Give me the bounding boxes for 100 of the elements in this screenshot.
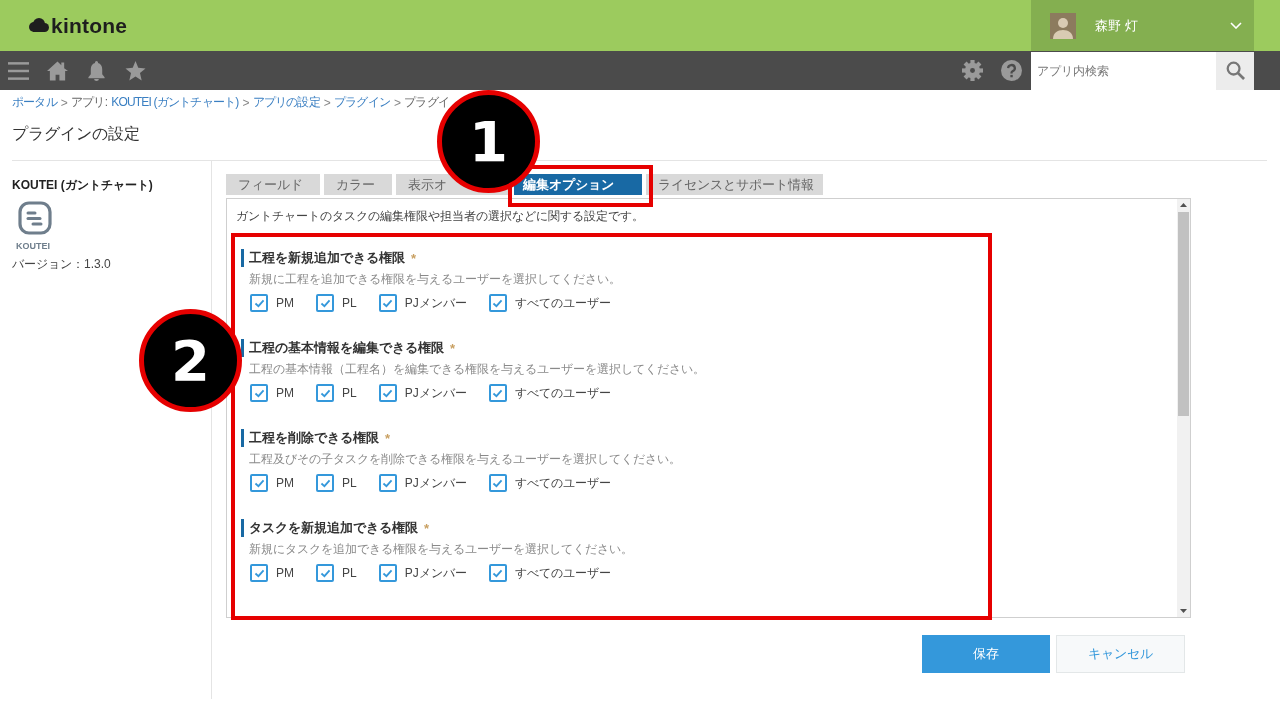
- required-mark: *: [450, 340, 456, 356]
- home-icon[interactable]: [47, 60, 68, 81]
- checkmark-icon: [319, 568, 331, 578]
- checkbox[interactable]: [250, 564, 268, 582]
- checkmark-icon: [382, 388, 394, 398]
- checkbox[interactable]: [316, 474, 334, 492]
- checkbox[interactable]: [316, 384, 334, 402]
- section-hint: 新規にタスクを追加できる権限を与えるユーザーを選択してください。: [249, 542, 634, 556]
- section-title: タスクを新規追加できる権限: [249, 519, 418, 537]
- checkbox[interactable]: [488, 384, 507, 402]
- breadcrumb-separator: >: [60, 95, 68, 110]
- section-title: 工程を新規追加できる権限: [249, 249, 405, 267]
- checkmark-icon: [492, 388, 504, 398]
- checkbox[interactable]: [378, 384, 397, 402]
- breadcrumb-link[interactable]: プラグイン: [334, 94, 391, 111]
- accent-bar-icon: [241, 249, 244, 267]
- avatar-icon: [1050, 12, 1076, 39]
- section-title: 工程の基本情報を編集できる権限: [249, 339, 444, 357]
- checkbox[interactable]: [378, 474, 397, 492]
- breadcrumb-link[interactable]: アプリの設定: [252, 94, 320, 111]
- checkbox-label[interactable]: PL: [342, 476, 357, 490]
- scroll-up-icon[interactable]: [1180, 203, 1187, 207]
- panel-description: ガントチャートのタスクの編集権限や担当者の選択などに関する設定です。: [236, 208, 645, 224]
- required-mark: *: [385, 430, 391, 446]
- plugin-logo-icon: [18, 201, 52, 235]
- checkbox[interactable]: [378, 294, 397, 312]
- required-mark: *: [411, 250, 417, 266]
- checkmark-icon: [253, 568, 265, 578]
- checkbox-label[interactable]: PJメンバー: [404, 564, 467, 582]
- breadcrumb-separator: >: [323, 95, 330, 110]
- section-hint: 新規に工程を追加できる権限を与えるユーザーを選択してください。: [249, 272, 622, 286]
- breadcrumb-link[interactable]: ポータル: [12, 94, 57, 111]
- checkmark-icon: [492, 478, 504, 488]
- settings-icon[interactable]: [962, 60, 983, 81]
- checkmark-icon: [319, 298, 331, 308]
- checkmark-icon: [253, 388, 265, 398]
- checkbox-label[interactable]: PM: [276, 476, 294, 490]
- checkbox[interactable]: [488, 294, 507, 312]
- scrollbar-thumb[interactable]: [1178, 212, 1189, 416]
- checkbox[interactable]: [250, 474, 268, 492]
- section-hint: 工程の基本情報（工程名）を編集できる権限を与えるユーザーを選択してください。: [249, 362, 706, 376]
- checkbox[interactable]: [316, 294, 334, 312]
- plugin-name: KOUTEI (ガントチャート): [12, 178, 153, 192]
- tab[interactable]: カラー: [324, 174, 392, 195]
- tab[interactable]: ライセンスとサポート情報: [646, 174, 823, 195]
- help-icon[interactable]: [1001, 60, 1022, 81]
- checkbox-label[interactable]: すべてのユーザー: [514, 294, 611, 312]
- tab[interactable]: 編集オプション: [514, 174, 642, 195]
- checkbox[interactable]: [378, 564, 397, 582]
- checkmark-icon: [253, 298, 265, 308]
- checkmark-icon: [382, 478, 394, 488]
- checkmark-icon: [382, 298, 394, 308]
- menu-icon[interactable]: [8, 60, 29, 81]
- scrollbar-track[interactable]: [1177, 199, 1190, 617]
- checkbox[interactable]: [250, 294, 268, 312]
- plugin-logo-caption: KOUTEI: [16, 241, 50, 251]
- breadcrumb-prefix: アプリ:: [71, 94, 108, 111]
- checkmark-icon: [319, 478, 331, 488]
- checkbox-label[interactable]: PM: [276, 386, 294, 400]
- checkbox-label[interactable]: PM: [276, 566, 294, 580]
- checkbox[interactable]: [488, 474, 507, 492]
- checkbox-label[interactable]: PL: [342, 386, 357, 400]
- logo-text: kintone: [51, 13, 128, 38]
- checkbox[interactable]: [250, 384, 268, 402]
- checkbox-label[interactable]: PJメンバー: [404, 384, 467, 402]
- search-button[interactable]: [1216, 51, 1254, 90]
- section-hint: 工程及びその子タスクを削除できる権限を与えるユーザーを選択してください。: [249, 452, 682, 466]
- step-marker: 2: [139, 309, 242, 412]
- breadcrumb-separator: >: [242, 95, 249, 110]
- required-mark: *: [424, 520, 430, 536]
- checkbox-label[interactable]: PJメンバー: [404, 294, 467, 312]
- checkbox-label[interactable]: PL: [342, 566, 357, 580]
- checkmark-icon: [382, 568, 394, 578]
- checkbox[interactable]: [316, 564, 334, 582]
- breadcrumb-current: プラグイ: [404, 94, 450, 111]
- checkbox-label[interactable]: すべてのユーザー: [514, 474, 611, 492]
- plugin-version: バージョン：1.3.0: [12, 257, 112, 271]
- section-title: 工程を削除できる権限: [249, 429, 379, 447]
- page-title: プラグインの設定: [12, 124, 140, 144]
- checkbox-label[interactable]: PJメンバー: [404, 474, 467, 492]
- checkbox-label[interactable]: すべてのユーザー: [514, 384, 611, 402]
- tab[interactable]: フィールド: [226, 174, 320, 195]
- checkbox[interactable]: [488, 564, 507, 582]
- checkbox-label[interactable]: すべてのユーザー: [514, 564, 611, 582]
- star-icon[interactable]: [125, 60, 146, 81]
- search-icon: [1225, 61, 1245, 80]
- scroll-down-icon[interactable]: [1180, 609, 1187, 613]
- checkbox-label[interactable]: PM: [276, 296, 294, 310]
- checkmark-icon: [319, 388, 331, 398]
- cloud-logo-icon: [28, 17, 50, 34]
- breadcrumb-link[interactable]: KOUTEI (ガントチャート): [111, 94, 239, 111]
- search-field[interactable]: アプリ内検索: [1031, 51, 1216, 90]
- breadcrumb-separator: >: [394, 95, 401, 110]
- accent-bar-icon: [241, 519, 244, 537]
- bell-icon[interactable]: [86, 60, 107, 81]
- checkbox-label[interactable]: PL: [342, 296, 357, 310]
- checkmark-icon: [492, 568, 504, 578]
- checkmark-icon: [253, 478, 265, 488]
- accent-bar-icon: [241, 429, 244, 447]
- checkmark-icon: [492, 298, 504, 308]
